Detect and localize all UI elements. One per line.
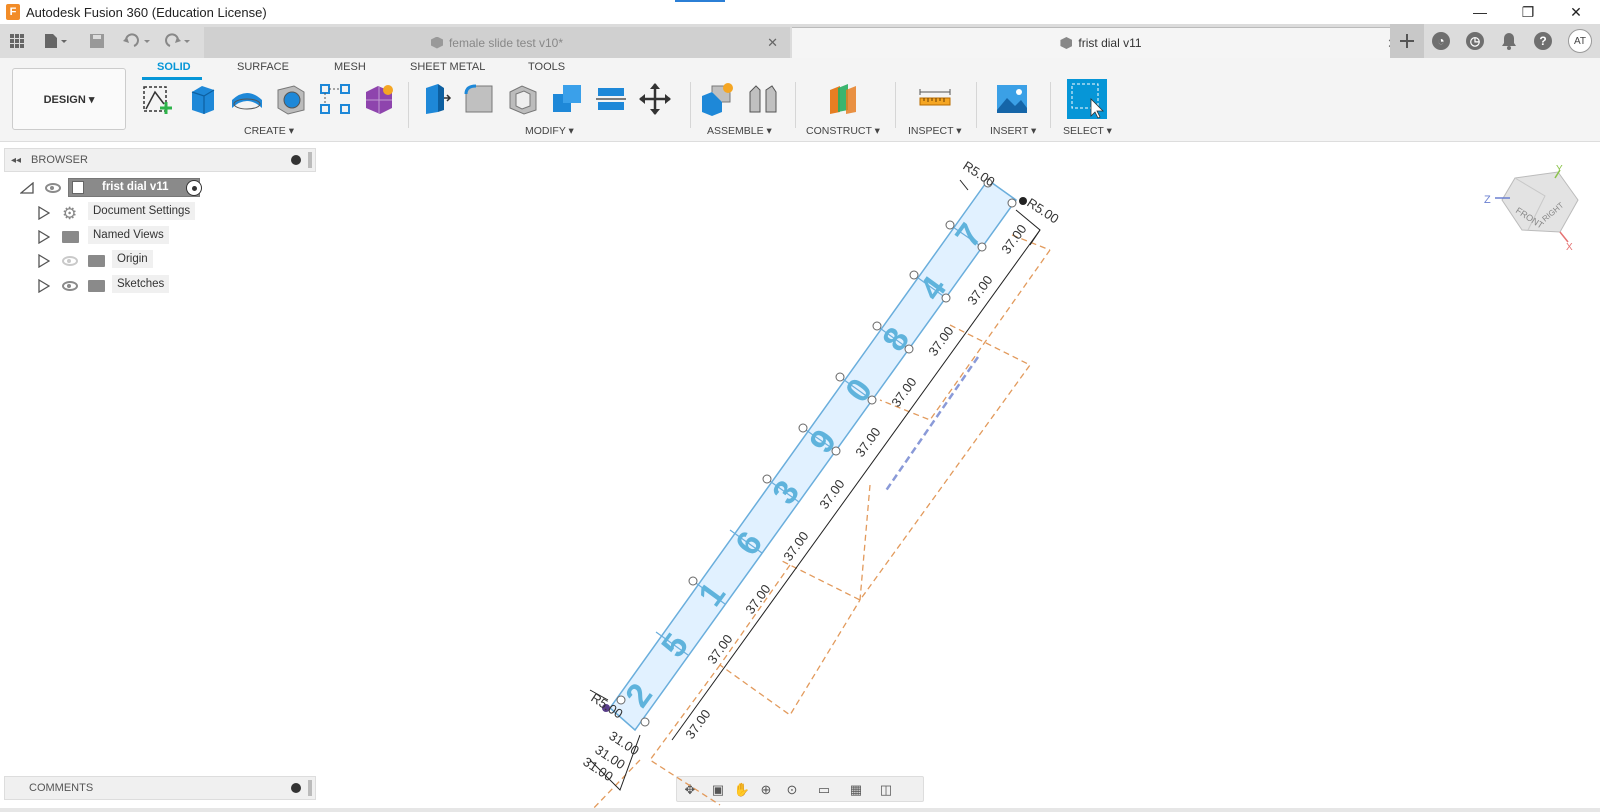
- select-icon[interactable]: [1067, 79, 1107, 119]
- job-status-icon[interactable]: ◷: [1458, 24, 1492, 58]
- tab-close-icon[interactable]: ✕: [767, 35, 778, 51]
- redo-icon[interactable]: [160, 30, 194, 52]
- design-cube-icon: [1060, 37, 1073, 49]
- group-separator: [690, 82, 691, 128]
- tab-label: frist dial v11: [1078, 36, 1142, 50]
- assemble-menu[interactable]: ASSEMBLE ▾: [707, 125, 772, 137]
- joint-icon[interactable]: [746, 82, 780, 116]
- length-dim: 37.00: [682, 707, 713, 742]
- y-axis-label: Y: [1556, 164, 1563, 175]
- tab-frist-dial[interactable]: frist dial v11 ✕: [792, 27, 1410, 58]
- header-right-icons: ◔ ◷ ? AT: [1390, 24, 1600, 58]
- group-separator: [408, 82, 409, 128]
- undo-icon[interactable]: [120, 30, 154, 52]
- press-pull-icon[interactable]: [418, 82, 452, 116]
- length-dim: 37.00: [925, 324, 956, 359]
- radius-dim: R5.00: [960, 158, 997, 189]
- x-axis-line: [1559, 231, 1569, 243]
- create-sketch-icon[interactable]: [141, 82, 175, 116]
- bottom-edge: [0, 808, 1600, 812]
- group-separator: [795, 82, 796, 128]
- create-form-icon[interactable]: [362, 82, 396, 116]
- tab-mesh[interactable]: MESH: [334, 61, 366, 73]
- construct-menu[interactable]: CONSTRUCT ▾: [806, 125, 880, 137]
- offset-plane-icon[interactable]: [826, 82, 860, 116]
- measure-icon[interactable]: [918, 82, 952, 116]
- canvas-viewport[interactable]: 2 5 1 6 3 9 0 8 4 7 R5.00 R5.00 R5.00 37…: [0, 142, 1600, 812]
- design-cube-icon: [430, 36, 443, 49]
- fillet-icon[interactable]: [462, 82, 496, 116]
- group-separator: [1050, 82, 1051, 128]
- user-avatar[interactable]: AT: [1560, 24, 1600, 58]
- tab-tools[interactable]: TOOLS: [528, 61, 565, 73]
- insert-image-icon[interactable]: [995, 82, 1029, 116]
- file-icon[interactable]: [40, 30, 72, 52]
- extrude-icon[interactable]: [186, 82, 220, 116]
- loading-indicator: [675, 0, 725, 2]
- tab-label: female slide test v10*: [448, 35, 564, 50]
- tab-solid[interactable]: SOLID: [157, 61, 191, 73]
- length-dim: 37.00: [742, 582, 773, 617]
- tab-female-slide-test[interactable]: female slide test v10* ✕: [204, 27, 790, 58]
- revolve-icon[interactable]: [230, 82, 264, 116]
- z-axis-label: Z: [1484, 194, 1491, 206]
- ribbon-toolbar: DESIGN ▾ SOLID SURFACE MESH SHEET METAL …: [0, 58, 1600, 142]
- inspect-menu[interactable]: INSPECT ▾: [908, 125, 962, 137]
- pattern-icon[interactable]: [318, 82, 352, 116]
- modify-menu[interactable]: MODIFY ▾: [525, 125, 574, 137]
- plus-icon[interactable]: [1390, 24, 1424, 58]
- insert-menu[interactable]: INSERT ▾: [990, 125, 1036, 137]
- restore-button[interactable]: ❐: [1504, 0, 1552, 24]
- create-menu[interactable]: CREATE ▾: [244, 125, 294, 137]
- construction-lines: [589, 234, 1051, 812]
- minimize-button[interactable]: —: [1456, 0, 1504, 24]
- shell-icon[interactable]: [506, 82, 540, 116]
- title-bar: F Autodesk Fusion 360 (Education License…: [0, 0, 1600, 24]
- move-copy-icon[interactable]: [638, 82, 672, 116]
- extensions-icon[interactable]: ◔: [1424, 24, 1458, 58]
- combine-icon[interactable]: [550, 82, 584, 116]
- length-dim: 37.00: [780, 529, 811, 564]
- save-icon[interactable]: [86, 30, 108, 52]
- x-axis-label: X: [1566, 242, 1573, 253]
- window-controls: — ❐ ✕: [1456, 0, 1600, 24]
- length-dim: 37.00: [816, 477, 847, 512]
- grid-icon[interactable]: [6, 30, 28, 52]
- close-button[interactable]: ✕: [1552, 0, 1600, 24]
- viewcube[interactable]: FRONT RIGHT Z Y X: [1484, 164, 1579, 253]
- app-title: Autodesk Fusion 360 (Education License): [26, 4, 267, 20]
- active-tab-underline: [142, 77, 202, 80]
- notifications-icon[interactable]: [1492, 24, 1526, 58]
- tab-surface[interactable]: SURFACE: [237, 61, 289, 73]
- length-dim: 37.00: [852, 425, 883, 460]
- new-component-icon[interactable]: [700, 82, 734, 116]
- workspace-switcher-button[interactable]: DESIGN ▾: [12, 68, 126, 130]
- document-tab-bar: female slide test v10* ✕ frist dial v11 …: [0, 24, 1600, 58]
- help-icon[interactable]: ?: [1526, 24, 1560, 58]
- group-separator: [976, 82, 977, 128]
- length-dim: 37.00: [964, 273, 995, 308]
- group-separator: [895, 82, 896, 128]
- split-body-icon[interactable]: [594, 82, 628, 116]
- tab-sheet-metal[interactable]: SHEET METAL: [410, 61, 485, 73]
- construction-axis: [883, 356, 980, 493]
- fusion-logo-icon: F: [6, 4, 20, 20]
- avatar: AT: [1568, 29, 1592, 53]
- hole-icon[interactable]: [274, 82, 308, 116]
- select-menu[interactable]: SELECT ▾: [1063, 125, 1112, 137]
- length-dim: 37.00: [888, 375, 919, 410]
